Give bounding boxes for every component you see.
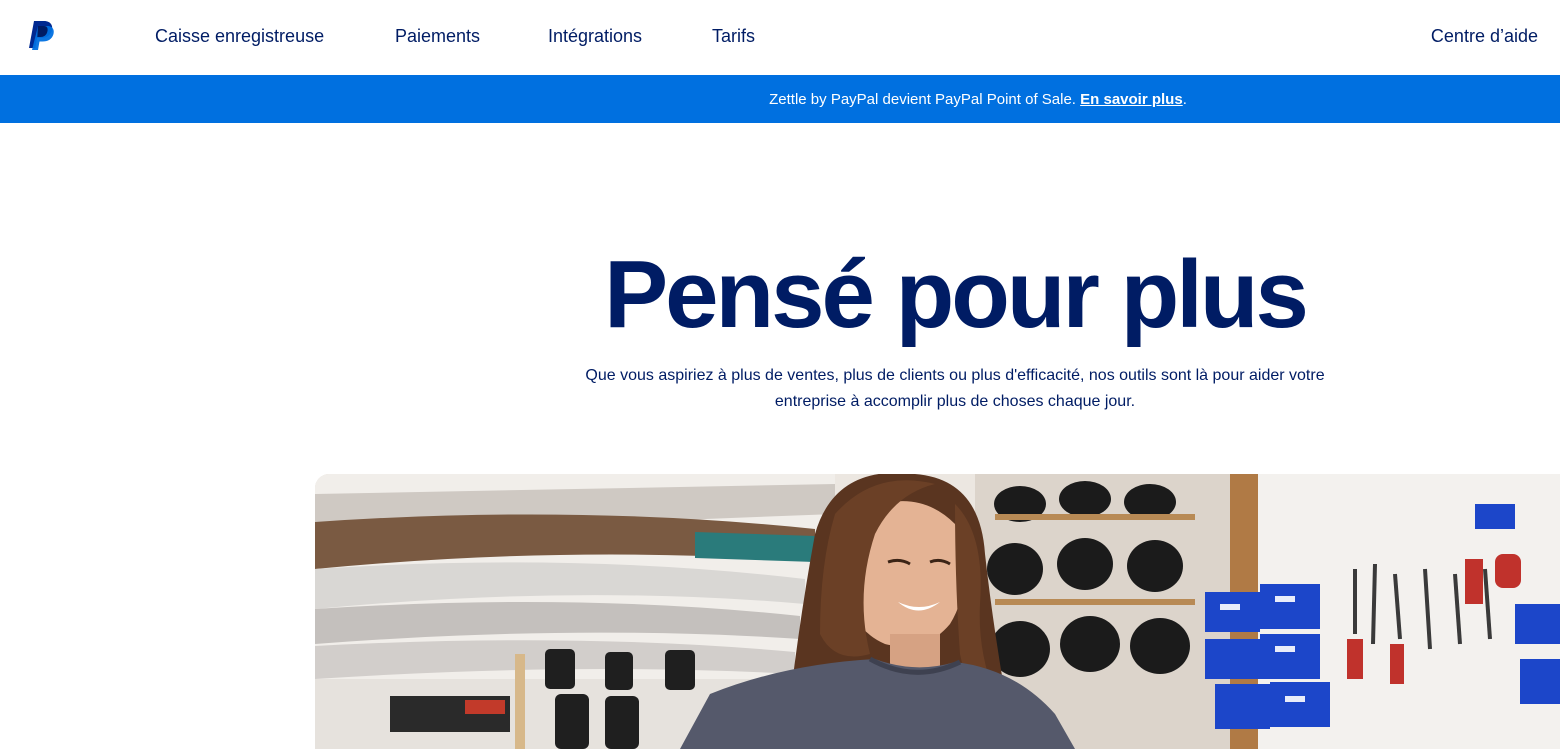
nav-caisse-enregistreuse[interactable]: Caisse enregistreuse <box>155 24 324 48</box>
announcement-banner: Zettle by PayPal devient PayPal Point of… <box>0 75 1560 123</box>
help-center-link[interactable]: Centre d’aide <box>1431 24 1538 48</box>
page: Caisse enregistreuse Paiements Intégrati… <box>0 0 1560 749</box>
hero-title: Pensé pour plus <box>604 241 1309 348</box>
learn-more-link[interactable]: En savoir plus <box>1080 91 1183 108</box>
nav-paiements[interactable]: Paiements <box>395 24 480 48</box>
hero-subtitle: Que vous aspiriez à plus de ventes, plus… <box>555 363 1355 415</box>
hero-subtitle-line-2: entreprise à accomplir plus de choses ch… <box>774 393 1136 410</box>
banner-trailing: . <box>1182 90 1187 108</box>
hero-subtitle-line-1: Que vous aspiriez à plus de ventes, plus… <box>585 367 1325 384</box>
site-header: Caisse enregistreuse Paiements Intégrati… <box>0 0 1560 75</box>
banner-message: Zettle by PayPal devient PayPal Point of… <box>769 91 1187 108</box>
hero-photo <box>315 474 1560 749</box>
goggles-display <box>987 481 1190 677</box>
nav-tarifs[interactable]: Tarifs <box>712 24 755 48</box>
nav-integrations[interactable]: Intégrations <box>548 24 642 48</box>
paypal-logo-icon[interactable] <box>25 19 55 53</box>
banner-text: Zettle by PayPal devient PayPal Point of… <box>769 90 1076 108</box>
